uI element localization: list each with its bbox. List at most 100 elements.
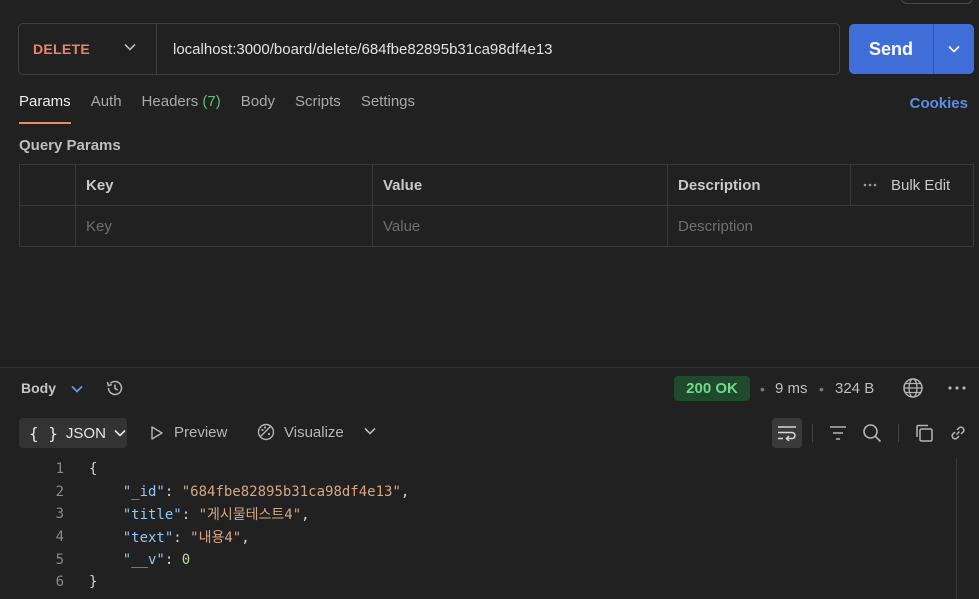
bulk-edit-button[interactable]: Bulk Edit [851,165,973,205]
value-column-header: Value [373,165,668,205]
word-wrap-button[interactable] [772,418,802,448]
tab-body[interactable]: Body [241,93,275,124]
toolbar-separator [812,424,813,442]
visualize-button[interactable]: Visualize [256,422,344,442]
chevron-down-icon [948,45,960,53]
code-text: } [64,574,97,590]
response-json-viewer[interactable]: 1 { 2 "_id": "684fbe82895b31ca98df4e13",… [0,458,956,594]
line-number: 6 [55,574,64,591]
tab-label: Body [240,93,275,110]
json-string: "게시물테스트4" [198,507,302,524]
method-select[interactable]: DELETE [19,24,157,74]
wrap-lines-icon [778,426,796,441]
more-horizontal-icon[interactable] [948,386,966,390]
code-line: 3 "title": "게시물테스트4", [0,503,956,526]
key-column-header: Key [76,165,373,205]
json-brace: { [89,461,98,478]
braces-icon: { } [29,423,58,443]
send-button-group: Send [849,24,974,74]
description-column-header: Description [668,165,851,205]
top-right-control-edge [901,0,973,4]
request-tabs: Params Auth Headers (7) Body Scripts Set… [19,93,435,124]
tab-headers[interactable]: Headers (7) [142,93,221,124]
value-input[interactable]: Value [373,206,668,247]
toolbar-separator [898,424,899,442]
json-key: "text" [122,530,174,547]
code-text: { [64,461,97,477]
format-label: JSON [65,424,106,442]
table-header-row: Key Value Description Bulk Edit [20,165,973,206]
code-line: 4 "text": "내용4", [0,526,956,549]
json-number: 0 [181,551,191,568]
json-string: "내용4" [190,530,242,547]
code-line: 1 { [0,458,956,481]
json-brace: } [89,574,98,591]
tab-scripts[interactable]: Scripts [295,93,341,124]
tab-auth[interactable]: Auth [91,93,122,124]
description-input[interactable]: Description [668,206,973,247]
json-key: "_id" [122,483,165,500]
cookies-link[interactable]: Cookies [910,95,968,112]
more-horizontal-icon [863,183,877,187]
row-checkbox-cell [20,206,76,247]
format-select[interactable]: { } JSON [19,418,127,448]
method-label: DELETE [33,41,91,57]
tab-label: Scripts [294,93,341,110]
chevron-down-icon [114,429,126,437]
status-badge[interactable]: 200 OK [674,376,750,401]
code-line: 6 } [0,571,956,594]
url-input[interactable]: localhost:3000/board/delete/684fbe82895b… [157,41,553,58]
preview-label: Preview [174,424,228,441]
json-key: "__v" [122,551,165,568]
separator-dot: • [760,381,765,397]
code-line: 2 "_id": "684fbe82895b31ca98df4e13", [0,481,956,504]
tab-label: Headers [141,93,199,110]
search-icon[interactable] [862,423,882,443]
chevron-down-icon[interactable] [364,427,376,435]
line-number: 3 [55,506,64,523]
response-body-label[interactable]: Body [21,380,56,396]
code-text: "text": "내용4", [122,530,250,547]
send-button[interactable]: Send [849,24,933,74]
headers-count: (7) [202,93,221,110]
send-options-button[interactable] [933,24,974,74]
chevron-down-icon[interactable] [71,385,83,393]
code-text: "__v": 0 [122,551,191,568]
table-row: Key Value Description [20,206,973,247]
query-params-table: Key Value Description Bulk Edit Key Valu… [19,164,974,247]
code-text: "_id": "684fbe82895b31ca98df4e13", [122,483,410,500]
tab-label: Params [19,93,71,110]
link-icon[interactable] [948,423,968,443]
code-text: "title": "게시물테스트4", [122,507,310,524]
tab-params[interactable]: Params [19,93,71,124]
tab-settings[interactable]: Settings [361,93,415,124]
history-icon[interactable] [105,378,125,398]
line-number: 2 [55,483,64,500]
bulk-edit-label: Bulk Edit [891,176,951,194]
visualize-icon [257,423,275,441]
code-line: 5 "__v": 0 [0,548,956,571]
pane-divider[interactable] [0,367,979,368]
query-params-title: Query Params [19,137,121,154]
visualize-label: Visualize [284,423,344,441]
line-number: 1 [55,461,64,478]
line-number: 5 [55,551,64,568]
json-string: "684fbe82895b31ca98df4e13" [181,483,401,500]
copy-icon[interactable] [914,423,934,443]
globe-icon[interactable] [902,377,924,399]
separator-dot: • [819,381,824,397]
play-icon [151,425,163,440]
line-number: 4 [55,529,64,546]
checkbox-column-header [20,165,76,205]
vertical-scrollbar[interactable] [956,458,979,599]
preview-button[interactable]: Preview [150,424,227,441]
request-url-bar: DELETE localhost:3000/board/delete/684fb… [18,23,840,75]
response-time[interactable]: 9 ms [775,380,808,397]
filter-icon[interactable] [828,423,848,443]
json-key: "title" [122,507,182,524]
tab-label: Settings [360,93,416,110]
response-size[interactable]: 324 B [835,380,874,397]
tab-label: Auth [90,93,122,110]
chevron-down-icon [124,43,136,51]
key-input[interactable]: Key [76,206,373,247]
